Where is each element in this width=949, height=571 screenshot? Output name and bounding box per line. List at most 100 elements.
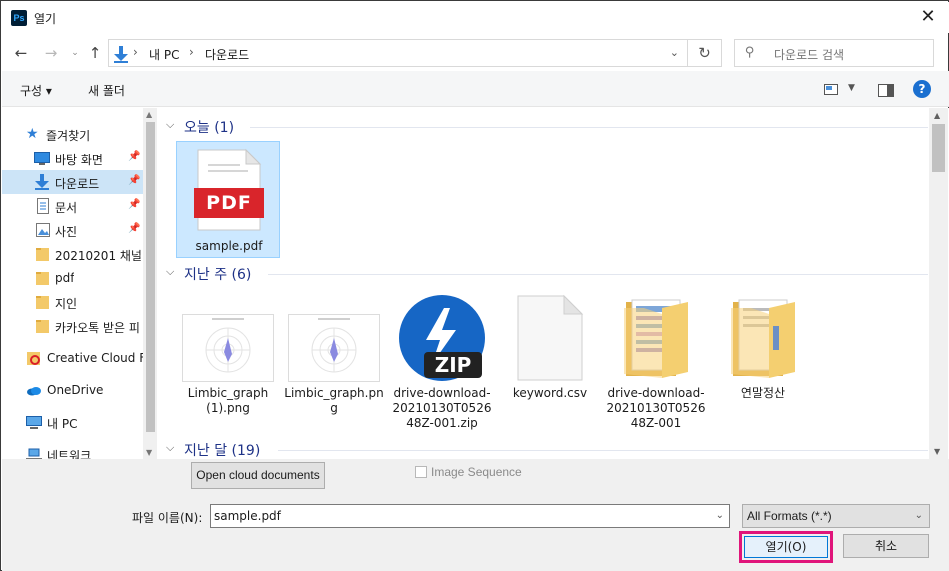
image-thumbnail-icon — [288, 314, 380, 382]
sidebar-item-folder-kakaotalk[interactable]: 카카오톡 받은 피 — [2, 314, 143, 338]
open-button[interactable]: 열기(O) — [744, 536, 828, 558]
view-mode-icon[interactable] — [824, 84, 838, 95]
open-button-highlight: 열기(O) — [739, 531, 833, 563]
file-name-line: 20210130T0526 — [392, 401, 492, 415]
sidebar-item-label: 내 PC — [47, 417, 78, 431]
sidebar-item-label: 문서 — [55, 201, 78, 215]
help-icon[interactable]: ? — [913, 80, 931, 98]
sidebar-item-label: pdf — [55, 271, 75, 285]
file-item-sample-pdf[interactable]: PDF sample.pdf — [176, 141, 280, 258]
organize-button[interactable]: 구성 ▾ — [20, 82, 52, 99]
desktop-icon — [34, 152, 50, 165]
sidebar-item-folder-pdf[interactable]: pdf — [2, 266, 143, 290]
open-cloud-documents-button[interactable]: Open cloud documents — [191, 462, 325, 489]
pin-icon: 📌 — [128, 199, 141, 210]
file-type-value: All Formats (*.*) — [747, 509, 832, 523]
sidebar-item-folder-acquaintance[interactable]: 지인 — [2, 290, 143, 314]
pin-icon: 📌 — [128, 175, 141, 186]
chevron-down-icon[interactable]: ⌄ — [915, 510, 923, 521]
file-name-line: g — [330, 401, 338, 415]
file-name: drive-download- 20210130T0526 48Z-001.zi… — [390, 386, 494, 431]
breadcrumb-my-pc[interactable]: 내 PC — [149, 46, 179, 63]
chevron-down-icon: ⌵ — [166, 265, 175, 278]
file-name: sample.pdf — [177, 239, 281, 254]
sidebar-item-label: 즐겨찾기 — [46, 129, 91, 143]
file-name-line: Limbic_graph — [187, 386, 269, 400]
image-sequence-label: Image Sequence — [431, 465, 522, 479]
view-dropdown-icon[interactable]: ▼ — [848, 83, 855, 93]
image-sequence-checkbox[interactable]: Image Sequence — [415, 465, 522, 479]
preview-pane-icon[interactable] — [878, 84, 894, 97]
scrollbar-thumb[interactable] — [932, 124, 945, 172]
close-icon[interactable]: ✕ — [917, 6, 939, 28]
open-dialog: Ps 열기 ✕ ← → ⌄ ↑ › 내 PC › 다운로드 ⌄ ↻ ⚲ 다운로드… — [0, 0, 949, 571]
filename-value: sample.pdf — [214, 509, 281, 523]
sidebar-item-label: 다운로드 — [55, 177, 100, 191]
sidebar-item-downloads[interactable]: 다운로드 📌 — [2, 170, 143, 194]
photoshop-icon: Ps — [11, 10, 27, 26]
sidebar-scrollbar[interactable]: ▲ ▼ — [143, 108, 157, 459]
sidebar-item-my-pc[interactable]: 내 PC — [2, 410, 143, 434]
folder-icon — [36, 296, 49, 309]
file-item-drive-download-folder[interactable]: drive-download- 20210130T0526 48Z-001 — [604, 292, 708, 432]
sidebar-item-creative-cloud[interactable]: Creative Cloud Fil — [2, 346, 143, 370]
sidebar-item-label: OneDrive — [47, 383, 104, 397]
sidebar-item-documents[interactable]: 문서 📌 — [2, 194, 143, 218]
sidebar-item-network[interactable]: 네트워크 — [2, 442, 143, 459]
new-folder-button[interactable]: 새 폴더 — [88, 82, 125, 99]
image-thumbnail-icon — [182, 314, 274, 382]
download-icon — [35, 174, 49, 190]
navigation-pane: ★ 즐겨찾기 바탕 화면 📌 다운로드 📌 문서 📌 사진 📌 20210201… — [2, 108, 157, 459]
recent-locations-chevron-icon[interactable]: ⌄ — [65, 43, 85, 63]
creative-cloud-icon — [27, 352, 40, 365]
group-header-last-month[interactable]: ⌵ 지난 달 (19) — [166, 440, 928, 459]
file-list-scrollbar[interactable]: ▲ ▼ — [929, 108, 948, 459]
file-name: 연말정산 — [711, 386, 815, 401]
pdf-file-icon — [194, 148, 264, 231]
file-name-line: keyword.csv — [512, 386, 588, 400]
breadcrumb-downloads[interactable]: 다운로드 — [205, 46, 249, 63]
sidebar-item-pictures[interactable]: 사진 📌 — [2, 218, 143, 242]
group-divider — [278, 450, 928, 451]
file-item-keyword-csv[interactable]: keyword.csv — [498, 292, 602, 432]
file-name-line: (1).png — [206, 401, 250, 415]
chevron-down-icon[interactable]: ⌄ — [716, 510, 724, 521]
sidebar-item-label: 20210201 채널 — [55, 249, 142, 263]
forward-arrow-icon[interactable]: → — [41, 43, 61, 63]
filename-field[interactable]: sample.pdf ⌄ — [210, 504, 730, 528]
blank-file-icon — [517, 294, 584, 381]
file-item-year-end-tax-folder[interactable]: 연말정산 — [711, 292, 815, 432]
folder-icon — [36, 320, 49, 333]
group-divider — [268, 274, 928, 275]
checkbox-box[interactable] — [415, 466, 427, 478]
title-bar: Ps 열기 ✕ — [2, 2, 949, 33]
cancel-button[interactable]: 취소 — [843, 534, 929, 558]
sidebar-item-desktop[interactable]: 바탕 화면 📌 — [2, 146, 143, 170]
group-header-today[interactable]: ⌵ 오늘 (1) — [166, 117, 928, 137]
group-header-last-week[interactable]: ⌵ 지난 주 (6) — [166, 264, 928, 284]
file-name: drive-download- 20210130T0526 48Z-001 — [604, 386, 708, 431]
file-item-drive-download-zip[interactable]: ZIP drive-download- 20210130T0526 48Z-00… — [390, 292, 494, 432]
file-item-limbic-graph-1[interactable]: Limbic_graph (1).png — [176, 292, 280, 432]
sidebar-item-quick-access[interactable]: ★ 즐겨찾기 — [2, 122, 143, 146]
back-arrow-icon[interactable]: ← — [11, 43, 31, 63]
chevron-down-icon[interactable]: ⌄ — [670, 46, 679, 59]
breadcrumb-separator-icon: › — [189, 45, 194, 59]
scroll-up-icon[interactable]: ▲ — [146, 110, 152, 119]
chevron-down-icon: ⌵ — [166, 441, 175, 454]
file-name-line: 48Z-001.zip — [406, 416, 478, 430]
scrollbar-thumb[interactable] — [146, 122, 155, 432]
scroll-up-icon[interactable]: ▲ — [934, 111, 940, 120]
scroll-down-icon[interactable]: ▼ — [934, 447, 940, 456]
sidebar-item-onedrive[interactable]: OneDrive — [2, 378, 143, 402]
file-item-limbic-graph[interactable]: Limbic_graph.pn g — [282, 292, 386, 432]
file-type-select[interactable]: All Formats (*.*) ⌄ — [742, 504, 930, 528]
pdf-label: PDF — [206, 192, 252, 214]
search-box[interactable]: ⚲ 다운로드 검색 — [734, 39, 934, 67]
refresh-icon[interactable]: ↻ — [688, 39, 722, 67]
up-arrow-icon[interactable]: ↑ — [85, 43, 105, 63]
sidebar-item-folder-channel[interactable]: 20210201 채널 — [2, 242, 143, 266]
address-bar[interactable]: › 내 PC › 다운로드 ⌄ — [108, 39, 688, 67]
scroll-down-icon[interactable]: ▼ — [146, 448, 152, 457]
download-icon — [114, 46, 128, 63]
